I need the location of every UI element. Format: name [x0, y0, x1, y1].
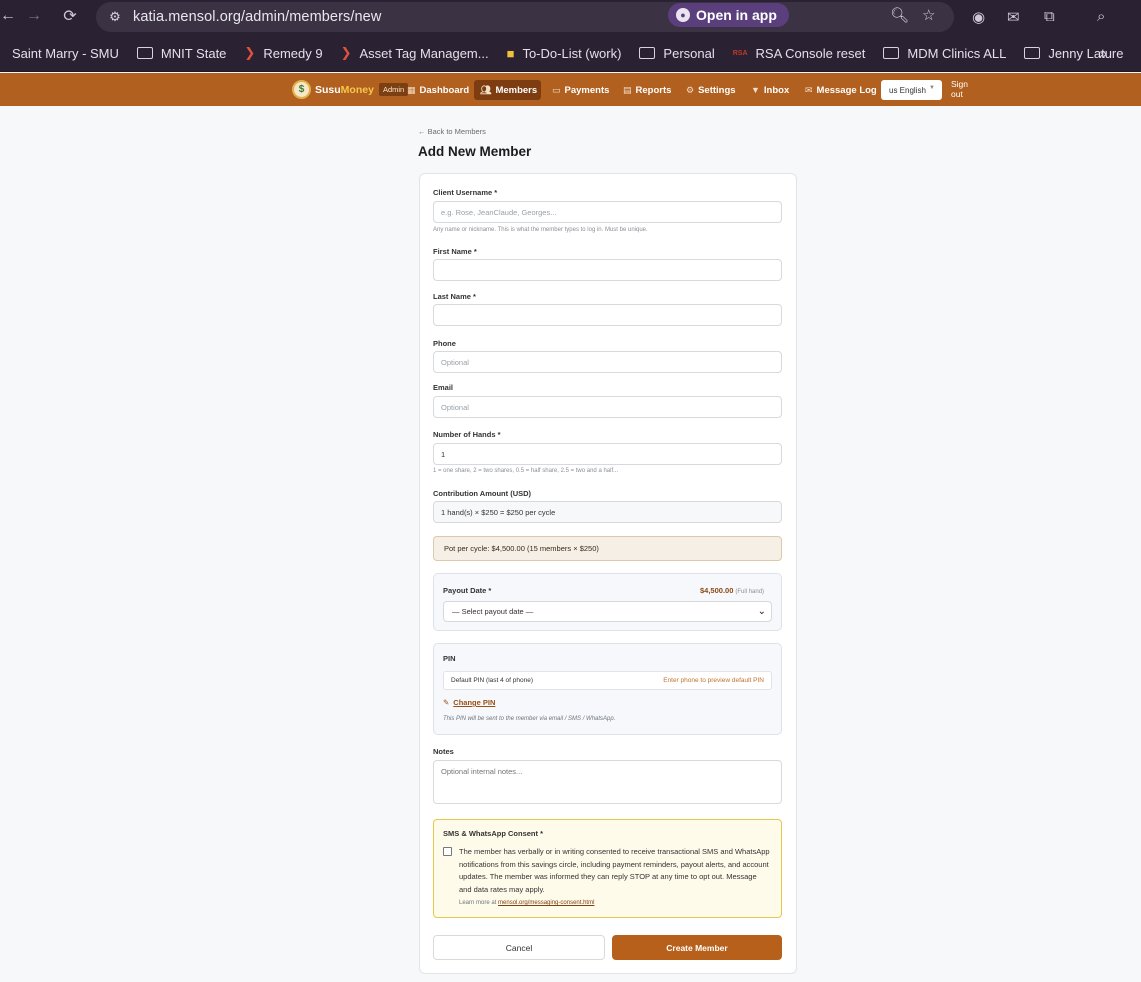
- reload-icon[interactable]: ⟳: [56, 6, 84, 26]
- bookmark-item[interactable]: ❯ Asset Tag Managem...: [341, 45, 489, 61]
- payments-icon: ▭: [552, 84, 561, 95]
- nav-settings[interactable]: ⚙ Settings: [680, 80, 742, 100]
- folder-icon: [1024, 47, 1041, 59]
- notes-label: Notes: [433, 747, 454, 756]
- email-label: Email: [433, 383, 454, 392]
- folder-icon: [0, 47, 4, 59]
- forward-arrow-icon[interactable]: →: [20, 7, 48, 25]
- members-icon: 👥︎: [480, 84, 492, 95]
- brand-logo-link[interactable]: $ SusuMoney Admin: [292, 80, 409, 99]
- page-title: Add New Member: [418, 144, 532, 159]
- pencil-icon: ✎: [443, 698, 450, 707]
- bookmark-item[interactable]: MDM Clinics ALL: [883, 45, 1006, 61]
- dashboard-icon: ▦: [407, 84, 416, 95]
- inbox-icon: ▼: [751, 85, 760, 95]
- phone-input[interactable]: [433, 351, 782, 373]
- first-name-input[interactable]: [433, 259, 782, 281]
- folder-icon: [883, 47, 900, 59]
- bookmark-item[interactable]: ■ To-Do-List (work): [507, 45, 622, 61]
- extension-owl-icon[interactable]: ◉: [972, 8, 985, 26]
- mail-icon[interactable]: ✉: [1007, 8, 1020, 26]
- pin-note: This PIN will be sent to the member via …: [443, 716, 616, 722]
- message-log-icon: ✉: [805, 84, 813, 95]
- email-input[interactable]: [433, 396, 782, 418]
- hands-hint: 1 = one share, 2 = two shares, 0.5 = hal…: [433, 468, 619, 474]
- open-in-app-button[interactable]: ● Open in app: [668, 3, 789, 27]
- folder-icon: [639, 47, 656, 59]
- site-settings-icon[interactable]: ⚙: [106, 8, 124, 26]
- language-select[interactable]: us English ▼: [881, 80, 942, 100]
- payout-amount: $4,500.00 (Full hand): [700, 586, 765, 595]
- nav-members[interactable]: 👥︎ Members: [474, 80, 541, 100]
- last-name-label: Last Name *: [433, 292, 476, 301]
- open-in-app-label: Open in app: [696, 7, 777, 23]
- cancel-button[interactable]: Cancel: [433, 935, 605, 960]
- remedy-icon: ❯: [340, 45, 352, 60]
- contribution-label: Contribution Amount (USD): [433, 489, 532, 498]
- payout-date-select[interactable]: — Select payout date — ⌄: [443, 601, 772, 622]
- consent-text: The member has verbally or in writing co…: [459, 847, 770, 894]
- payout-label: Payout Date *: [443, 586, 492, 595]
- bookmark-star-icon[interactable]: ☆: [922, 6, 935, 24]
- remedy-icon: ❯: [244, 45, 256, 60]
- back-arrow-icon[interactable]: ←: [0, 7, 22, 25]
- consent-checkbox[interactable]: [443, 847, 452, 856]
- bulb-icon: ■: [506, 45, 515, 61]
- sign-out-link[interactable]: Sign out: [951, 79, 973, 99]
- pin-preview-hint: Enter phone to preview default PIN: [663, 677, 764, 684]
- reports-icon: ▤: [623, 84, 632, 95]
- chevron-down-icon: ▼: [929, 85, 935, 91]
- notes-textarea[interactable]: [433, 760, 782, 804]
- folder-icon: [136, 47, 153, 59]
- browser-toolbar: ← → ⟳ ⚙ katia.mensol.org/admin/members/n…: [0, 0, 1141, 34]
- username-label: Client Username *: [433, 188, 498, 197]
- gear-icon: ⚙: [686, 84, 695, 95]
- create-member-button[interactable]: Create Member: [612, 935, 782, 960]
- bookmark-item[interactable]: Jenny Lature: [1024, 45, 1124, 61]
- bookmark-item[interactable]: Personal: [639, 45, 715, 61]
- more-bookmarks-icon[interactable]: »: [1099, 45, 1107, 61]
- chevron-down-icon: ⌄: [757, 606, 766, 617]
- address-bar[interactable]: ⚙ katia.mensol.org/admin/members/new: [96, 2, 954, 32]
- phone-label: Phone: [433, 339, 456, 348]
- zoom-icon[interactable]: 🔍︎: [890, 6, 909, 24]
- tab-search-icon[interactable]: ⌕: [1097, 8, 1105, 25]
- brand-name: SusuMoney: [315, 83, 374, 96]
- app-icon: ●: [676, 8, 690, 22]
- url-text[interactable]: katia.mensol.org/admin/members/new: [133, 9, 381, 25]
- consent-policy-link[interactable]: mensol.org/messaging-consent.html: [498, 900, 594, 906]
- bookmark-item[interactable]: Saint Marry - SMU: [0, 45, 119, 61]
- bookmark-item[interactable]: ❯ Remedy 9: [244, 45, 322, 61]
- pin-label: PIN: [443, 654, 456, 663]
- rsa-icon: RSA: [732, 49, 748, 57]
- nav-payments[interactable]: ▭ Payments: [546, 80, 615, 100]
- pot-per-cycle-info: Pot per cycle: $4,500.00 (15 members × $…: [433, 536, 782, 561]
- extensions-puzzle-icon[interactable]: ⧉: [1044, 8, 1055, 25]
- nav-dashboard[interactable]: ▦ Dashboard: [401, 80, 475, 100]
- nav-message-log[interactable]: ✉ Message Log: [799, 80, 883, 100]
- bookmarks-bar: Saint Marry - SMU MNIT State ❯ Remedy 9 ❯…: [0, 34, 1141, 72]
- last-name-input[interactable]: [433, 304, 782, 326]
- back-to-members-link[interactable]: ← Back to Members: [418, 127, 486, 136]
- username-hint: Any name or nickname. This is what the m…: [433, 227, 648, 233]
- consent-title: SMS & WhatsApp Consent *: [443, 829, 544, 838]
- logo-icon: $: [292, 80, 311, 99]
- hands-label: Number of Hands *: [433, 430, 501, 439]
- default-pin-display: Default PIN (last 4 of phone) Enter phone…: [443, 671, 772, 690]
- first-name-label: First Name *: [433, 247, 477, 256]
- change-pin-link[interactable]: ✎ Change PIN: [443, 698, 495, 707]
- bookmark-item[interactable]: MNIT State: [136, 45, 226, 61]
- nav-reports[interactable]: ▤ Reports: [617, 80, 677, 100]
- contribution-display: 1 hand(s) × $250 = $250 per cycle: [433, 501, 782, 523]
- username-input[interactable]: [433, 201, 782, 223]
- bookmark-item[interactable]: RSA RSA Console reset: [733, 45, 866, 61]
- hands-input[interactable]: [433, 443, 782, 465]
- consent-learn-more: Learn more at mensol.org/messaging-conse…: [459, 900, 595, 906]
- nav-inbox[interactable]: ▼ Inbox: [745, 80, 795, 100]
